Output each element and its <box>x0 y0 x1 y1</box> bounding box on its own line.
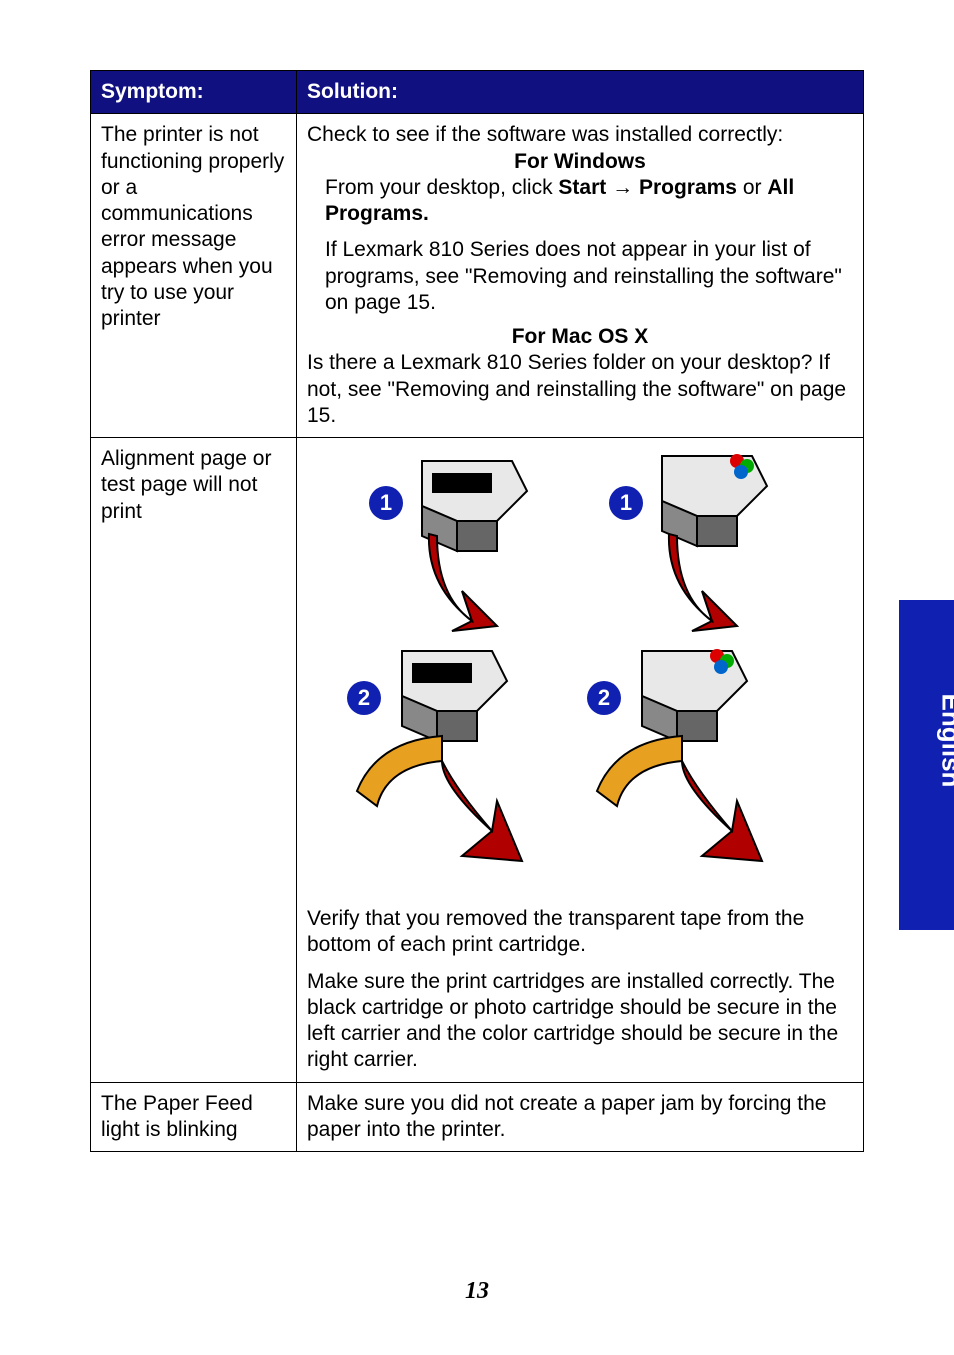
row2-symptom: Alignment page or test page will not pri… <box>91 438 297 1083</box>
row1-check-text: Check to see if the software was install… <box>307 122 853 148</box>
arrow-icon: → <box>606 176 639 199</box>
row1-mac-para: Is there a Lexmark 810 Series folder on … <box>307 350 853 429</box>
text-bold: Start <box>558 176 606 199</box>
tape-swoosh-icon <box>587 731 787 901</box>
tape-swoosh-icon <box>347 731 547 901</box>
page-number: 13 <box>0 1278 954 1305</box>
row1-solution: Check to see if the software was install… <box>297 114 864 438</box>
header-solution: Solution: <box>297 71 864 114</box>
row1-windows-instructions: From your desktop, click Start → Program… <box>307 175 853 228</box>
cartridge-diagram: 1 1 <box>307 446 853 906</box>
diagram-number-1: 1 <box>609 486 643 520</box>
row1-windows-para2: If Lexmark 810 Series does not appear in… <box>307 237 853 316</box>
row3-symptom: The Paper Feed light is blinking <box>91 1082 297 1152</box>
arrow-down-icon <box>667 526 777 646</box>
text: or <box>737 176 767 199</box>
text: From your desktop, click <box>325 176 558 199</box>
row3-solution: Make sure you did not create a paper jam… <box>297 1082 864 1152</box>
diagram-number-2: 2 <box>587 681 621 715</box>
language-tab-label: English <box>935 694 954 788</box>
row2-makesure-text: Make sure the print cartridges are insta… <box>307 969 853 1074</box>
diagram-number-1: 1 <box>369 486 403 520</box>
row1-mac-heading: For Mac OS X <box>307 324 853 350</box>
arrow-down-icon <box>427 526 537 646</box>
text-bold: Programs <box>639 176 737 199</box>
header-symptom: Symptom: <box>91 71 297 114</box>
row2-solution: 1 1 <box>297 438 864 1083</box>
row1-windows-heading: For Windows <box>307 149 853 175</box>
text-bold: . <box>423 202 429 225</box>
diagram-number-2: 2 <box>347 681 381 715</box>
row2-verify-text: Verify that you removed the transparent … <box>307 906 853 959</box>
language-tab: English <box>899 600 954 930</box>
troubleshooting-table: Symptom: Solution: The printer is not fu… <box>90 70 864 1152</box>
row1-symptom: The printer is not functioning properly … <box>91 114 297 438</box>
